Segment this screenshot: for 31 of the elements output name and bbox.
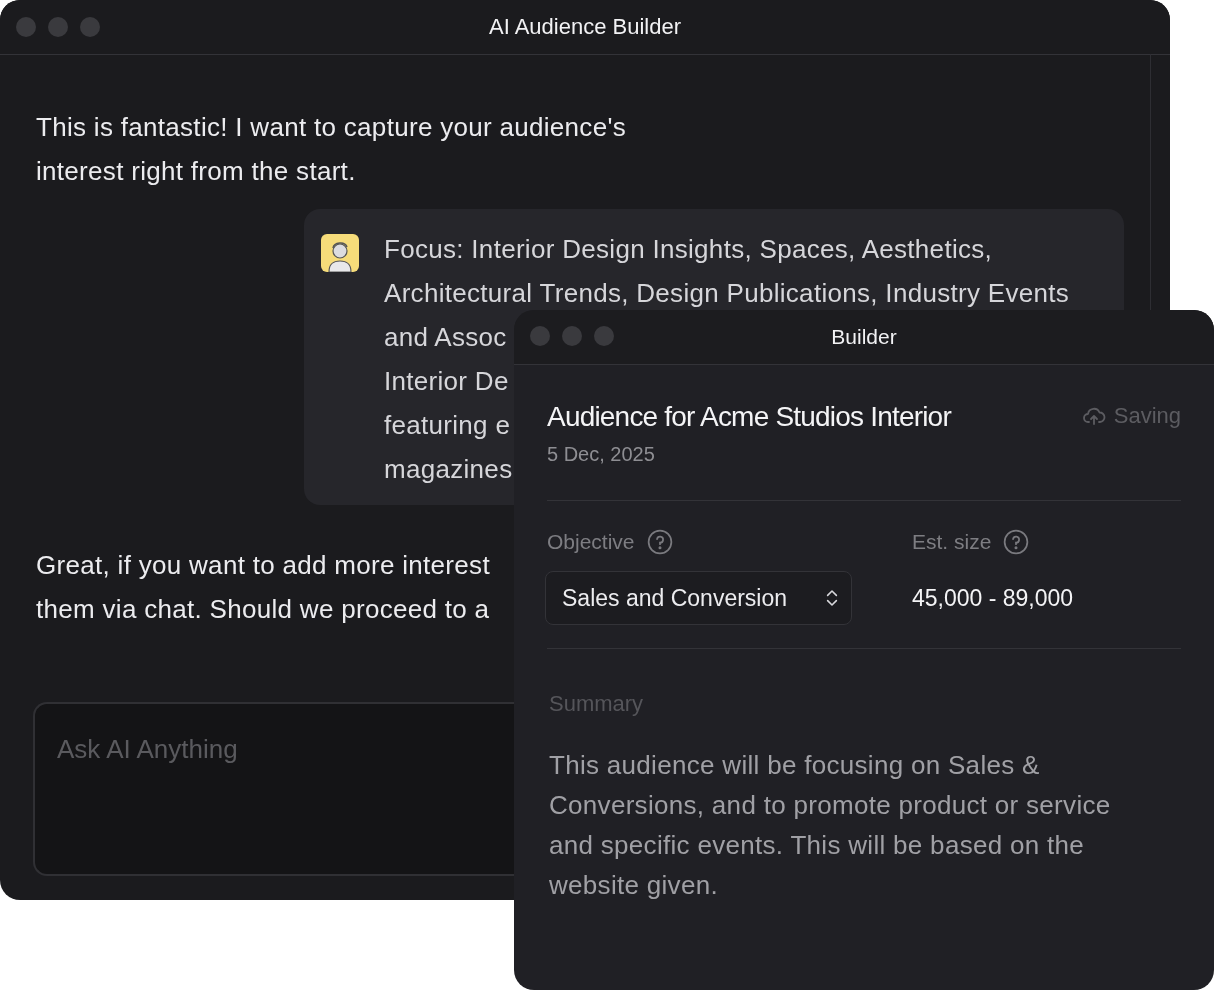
window-control-icon[interactable] bbox=[48, 17, 68, 37]
window-title: Builder bbox=[831, 325, 897, 349]
objective-label: Objective bbox=[547, 530, 635, 554]
bubble-text-line: featuring e bbox=[384, 409, 511, 442]
help-icon[interactable] bbox=[646, 529, 673, 555]
est-size-label: Est. size bbox=[912, 530, 992, 554]
help-icon[interactable] bbox=[1003, 529, 1030, 555]
chat-message-line: them via chat. Should we proceed to a bbox=[36, 593, 490, 626]
bubble-text-line: Interior De bbox=[384, 365, 509, 398]
bubble-text-line: Architectural Trends, Design Publications, Industry Events bbox=[384, 277, 1070, 310]
bubble-text-line: magazines bbox=[384, 453, 513, 486]
bubble-text-line: Focus: Interior Design Insights, Spaces, Aesthetics, bbox=[384, 233, 993, 266]
window-control-icon[interactable] bbox=[562, 326, 582, 346]
window-title: AI Audience Builder bbox=[489, 14, 681, 40]
window-control-icon[interactable] bbox=[16, 17, 36, 37]
avatar-icon bbox=[321, 234, 359, 272]
est-size-value: 45,000 - 89,000 bbox=[912, 584, 1074, 613]
chat-message-line: This is fantastic! I want to capture your audience's bbox=[36, 111, 626, 144]
window-control-icon[interactable] bbox=[594, 326, 614, 346]
chat-message-line: interest right from the start. bbox=[36, 155, 356, 188]
audience-title: Audience for Acme Studios Interior bbox=[547, 401, 951, 433]
window-control-icon[interactable] bbox=[80, 17, 100, 37]
chevron-up-down-icon bbox=[825, 587, 839, 609]
objective-select[interactable]: Sales and Conversion bbox=[545, 571, 852, 625]
window-control-icon[interactable] bbox=[530, 326, 550, 346]
saving-status: Saving bbox=[1113, 403, 1181, 429]
summary-text: This audience will be focusing on Sales & Conversions, and to promote product or service and specific events. This will be based on the website given. bbox=[549, 749, 1112, 902]
date-text: 5 Dec, 2025 bbox=[547, 443, 656, 466]
bubble-text-line: and Assoc bbox=[384, 321, 507, 354]
chat-message-line: Great, if you want to add more interest bbox=[36, 549, 490, 582]
chat-input-field[interactable]: Ask AI Anything bbox=[33, 702, 514, 876]
